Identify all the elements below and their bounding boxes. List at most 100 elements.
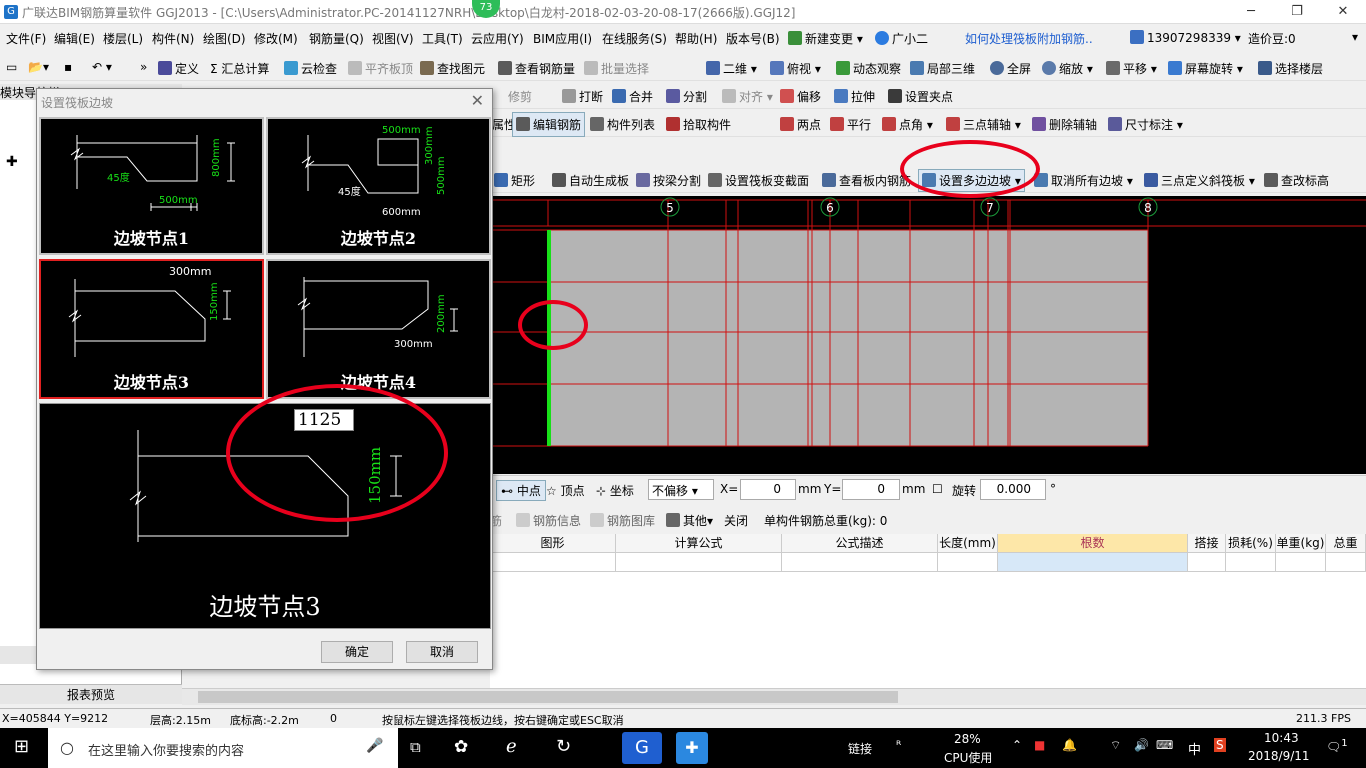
three-point-axis-dropdown[interactable]: 三点辅轴 ▾ — [946, 116, 1021, 133]
menu-file[interactable]: 文件(F) — [6, 30, 46, 47]
rebar-info-button[interactable]: 钢筋信息 — [516, 512, 581, 529]
new-file-icon[interactable]: ▭ — [6, 60, 17, 74]
table-cell[interactable] — [490, 553, 616, 572]
clock-date[interactable]: 2018/9/11 — [1248, 749, 1310, 763]
orbit-button[interactable]: 动态观察 — [836, 60, 901, 77]
cloud-check-button[interactable]: 云检查 — [284, 60, 337, 77]
raft-slab[interactable] — [548, 230, 1148, 446]
horizontal-scrollbar[interactable] — [182, 688, 1366, 705]
action-center-icon[interactable]: 🗨1 — [1326, 738, 1348, 754]
close-button[interactable]: ✕ — [1320, 2, 1366, 22]
col-unit-weight[interactable]: 单重(kg) — [1276, 534, 1326, 553]
midpoint-snap[interactable]: ⊷ 中点 — [496, 480, 546, 501]
menu-modify[interactable]: 修改(M) — [254, 30, 298, 47]
table-cell[interactable] — [782, 553, 938, 572]
scroll-thumb[interactable] — [198, 691, 898, 703]
rotate-input[interactable]: 0.000 — [980, 479, 1046, 500]
col-total-weight[interactable]: 总重 — [1326, 534, 1366, 553]
parallel-button[interactable]: 平行 — [830, 116, 871, 133]
slope-node-1[interactable]: 45度 800mm 500mm 边坡节点1 — [39, 117, 264, 255]
menu-tools[interactable]: 工具(T) — [422, 30, 463, 47]
table-cell[interactable] — [1188, 553, 1226, 572]
three-point-slope-slab-dropdown[interactable]: 三点定义斜筏板 ▾ — [1144, 172, 1255, 189]
fullscreen-button[interactable]: 全屏 — [990, 60, 1031, 77]
windows-start-icon[interactable]: ⊞ — [14, 736, 29, 757]
menu-help[interactable]: 帮助(H) — [675, 30, 717, 47]
cancel-all-slopes-dropdown[interactable]: 取消所有边坡 ▾ — [1034, 172, 1133, 189]
more-chevron-icon[interactable]: » — [140, 60, 147, 74]
col-shape[interactable]: 图形 — [490, 534, 616, 553]
taskbar-search[interactable]: ○ 在这里输入你要搜索的内容 🎤 — [48, 728, 398, 768]
rotate-checkbox[interactable]: ☐ — [932, 482, 943, 496]
close-rebar-button[interactable]: 关闭 — [724, 512, 748, 529]
menu-rebar-qty[interactable]: 钢筋量(Q) — [309, 30, 364, 47]
zoom-dropdown[interactable]: 缩放 ▾ — [1042, 60, 1093, 77]
align-dropdown[interactable]: 对齐 ▾ — [722, 88, 773, 105]
menu-new-change[interactable]: 新建变更 ▾ — [788, 30, 863, 47]
menu-version[interactable]: 版本号(B) — [726, 30, 780, 47]
wifi-icon[interactable]: ⌔ — [1110, 738, 1121, 753]
tray-up-icon[interactable]: ⌃ — [1012, 738, 1022, 752]
help-link[interactable]: 如何处理筏板附加钢筋.. — [965, 30, 1093, 47]
menu-guangxiaoer[interactable]: 广小二 — [875, 30, 928, 47]
app-g-icon[interactable]: ↻ — [556, 736, 571, 757]
view-slab-rebar-button[interactable]: 查看板内钢筋 — [822, 172, 911, 189]
menu-online[interactable]: 在线服务(S) — [602, 30, 667, 47]
col-formula[interactable]: 计算公式 — [616, 534, 782, 553]
batch-select-button[interactable]: 批量选择 — [584, 60, 649, 77]
menu-bim[interactable]: BIM应用(I) — [533, 30, 592, 47]
set-grip-button[interactable]: 设置夹点 — [888, 88, 953, 105]
ie-icon[interactable]: ℯ — [506, 736, 517, 757]
split-by-beam-button[interactable]: 按梁分割 — [636, 172, 701, 189]
col-loss[interactable]: 损耗(%) — [1226, 534, 1276, 553]
menu-floor[interactable]: 楼层(L) — [103, 30, 143, 47]
save-icon[interactable]: ▪ — [64, 60, 72, 74]
find-element-button[interactable]: 查找图元 — [420, 60, 485, 77]
ok-button[interactable]: 确定 — [321, 641, 393, 663]
col-count[interactable]: 根数 — [998, 534, 1188, 553]
pick-component-button[interactable]: 拾取构件 — [666, 116, 731, 133]
point-angle-dropdown[interactable]: 点角 ▾ — [882, 116, 933, 133]
more-icon[interactable]: ▾ — [1352, 30, 1358, 44]
report-preview[interactable]: 报表预览 — [0, 684, 182, 704]
menu-cloud[interactable]: 云应用(Y) — [471, 30, 524, 47]
link-label[interactable]: 链接 — [848, 740, 872, 757]
summary-calc-button[interactable]: Σ 汇总计算 — [210, 60, 269, 77]
local-3d-button[interactable]: 局部三维 — [910, 60, 975, 77]
break-button[interactable]: 打断 — [562, 88, 603, 105]
rectangle-button[interactable]: 矩形 — [494, 172, 535, 189]
menu-edit[interactable]: 编辑(E) — [54, 30, 95, 47]
slope-node-3[interactable]: 300mm 150mm 边坡节点3 — [39, 259, 264, 399]
x-input[interactable]: 0 — [740, 479, 796, 500]
sogou-icon[interactable]: S — [1214, 738, 1226, 752]
task-view-icon[interactable]: ⧉ — [410, 738, 421, 756]
people-icon[interactable]: ᴿ — [896, 738, 901, 752]
top-view-dropdown[interactable]: 俯视 ▾ — [770, 60, 821, 77]
view-2d-dropdown[interactable]: 二维 ▾ — [706, 60, 757, 77]
trim-button[interactable]: 修剪 — [508, 88, 532, 105]
set-variable-section-button[interactable]: 设置筏板变截面 — [708, 172, 809, 189]
ime-indicator[interactable]: 中 — [1188, 739, 1201, 758]
select-floor-button[interactable]: 选择楼层 — [1258, 60, 1323, 77]
stretch-button[interactable]: 拉伸 — [834, 88, 875, 105]
view-rebar-qty-button[interactable]: 查看钢筋量 — [498, 60, 575, 77]
edit-rebar-button[interactable]: 编辑钢筋 — [512, 112, 586, 137]
offset-button[interactable]: 偏移 — [780, 88, 821, 105]
col-formula-desc[interactable]: 公式描述 — [782, 534, 938, 553]
keyboard-icon[interactable]: ⌨ — [1156, 738, 1173, 752]
define-button[interactable]: 定义 — [158, 60, 199, 77]
table-cell[interactable] — [1226, 553, 1276, 572]
undo-icon[interactable]: ↶ ▾ — [92, 60, 112, 74]
ggj-app-icon[interactable]: G — [622, 732, 662, 764]
dialog-close-icon[interactable]: ✕ — [471, 91, 484, 110]
tray-app-icon[interactable]: ■ — [1034, 738, 1045, 752]
offset-select[interactable]: 不偏移 ▾ — [648, 479, 714, 500]
table-cell[interactable] — [1326, 553, 1366, 572]
table-cell[interactable] — [998, 553, 1188, 572]
y-input[interactable]: 0 — [842, 479, 900, 500]
col-length[interactable]: 长度(mm) — [938, 534, 998, 553]
menu-draw[interactable]: 绘图(D) — [203, 30, 246, 47]
delete-axis-button[interactable]: 删除辅轴 — [1032, 116, 1097, 133]
clock-time[interactable]: 10:43 — [1264, 731, 1299, 745]
cancel-button[interactable]: 取消 — [406, 641, 478, 663]
